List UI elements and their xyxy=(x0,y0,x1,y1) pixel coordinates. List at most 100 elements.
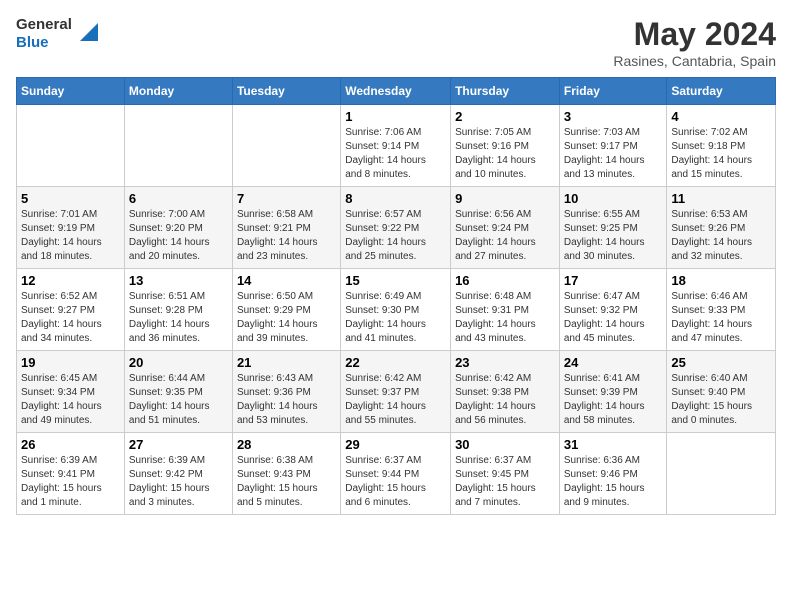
column-header-saturday: Saturday xyxy=(667,78,776,105)
calendar-table: SundayMondayTuesdayWednesdayThursdayFrid… xyxy=(16,77,776,515)
logo: General Blue xyxy=(16,16,98,52)
day-info: Sunrise: 7:06 AMSunset: 9:14 PMDaylight:… xyxy=(345,126,446,182)
calendar-cell: 25 Sunrise: 6:40 AMSunset: 9:40 PMDayligh… xyxy=(667,351,776,433)
day-info: Sunrise: 6:39 AMSunset: 9:42 PMDaylight:… xyxy=(129,454,228,510)
calendar-week-row: 5 Sunrise: 7:01 AMSunset: 9:19 PMDaylight… xyxy=(17,187,776,269)
logo-text: General Blue xyxy=(16,16,72,52)
calendar-header-row: SundayMondayTuesdayWednesdayThursdayFrid… xyxy=(17,78,776,105)
location: Rasines, Cantabria, Spain xyxy=(613,53,776,69)
calendar-week-row: 26 Sunrise: 6:39 AMSunset: 9:41 PMDayligh… xyxy=(17,433,776,515)
calendar-cell: 22Sunrise: 6:42 AMSunset: 9:37 PMDayligh… xyxy=(341,351,451,433)
day-number: 14 xyxy=(237,273,336,288)
day-number: 20 xyxy=(129,355,228,370)
day-number: 9 xyxy=(455,191,555,206)
day-number: 5 xyxy=(21,191,120,206)
day-info: Sunrise: 6:52 AMSunset: 9:27 PMDaylight:… xyxy=(21,290,120,346)
column-header-sunday: Sunday xyxy=(17,78,125,105)
day-number: 3 xyxy=(564,109,663,124)
day-number: 8 xyxy=(345,191,446,206)
calendar-cell: 8 Sunrise: 6:57 AMSunset: 9:22 PMDaylight… xyxy=(341,187,451,269)
calendar-cell: 31 Sunrise: 6:36 AMSunset: 9:46 PMDayligh… xyxy=(559,433,667,515)
calendar-cell: 5 Sunrise: 7:01 AMSunset: 9:19 PMDaylight… xyxy=(17,187,125,269)
day-number: 17 xyxy=(564,273,663,288)
day-info: Sunrise: 6:45 AMSunset: 9:34 PMDaylight:… xyxy=(21,372,120,428)
day-number: 26 xyxy=(21,437,120,452)
calendar-cell: 7Sunrise: 6:58 AMSunset: 9:21 PMDaylight… xyxy=(232,187,340,269)
day-number: 30 xyxy=(455,437,555,452)
day-info: Sunrise: 6:50 AMSunset: 9:29 PMDaylight:… xyxy=(237,290,336,346)
day-number: 6 xyxy=(129,191,228,206)
day-number: 22 xyxy=(345,355,446,370)
calendar-cell: 23 Sunrise: 6:42 AMSunset: 9:38 PMDayligh… xyxy=(451,351,560,433)
column-header-thursday: Thursday xyxy=(451,78,560,105)
column-header-tuesday: Tuesday xyxy=(232,78,340,105)
day-number: 24 xyxy=(564,355,663,370)
month-title: May 2024 xyxy=(613,16,776,53)
calendar-cell: 19 Sunrise: 6:45 AMSunset: 9:34 PMDayligh… xyxy=(17,351,125,433)
day-info: Sunrise: 6:39 AMSunset: 9:41 PMDaylight:… xyxy=(21,454,120,510)
calendar-cell xyxy=(232,105,340,187)
calendar-cell: 12 Sunrise: 6:52 AMSunset: 9:27 PMDayligh… xyxy=(17,269,125,351)
day-number: 4 xyxy=(671,109,771,124)
day-info: Sunrise: 6:42 AMSunset: 9:38 PMDaylight:… xyxy=(455,372,555,428)
day-number: 29 xyxy=(345,437,446,452)
day-number: 7 xyxy=(237,191,336,206)
calendar-cell: 24 Sunrise: 6:41 AMSunset: 9:39 PMDayligh… xyxy=(559,351,667,433)
calendar-week-row: 1Sunrise: 7:06 AMSunset: 9:14 PMDaylight… xyxy=(17,105,776,187)
day-info: Sunrise: 6:40 AMSunset: 9:40 PMDaylight:… xyxy=(671,372,771,428)
day-number: 12 xyxy=(21,273,120,288)
column-header-wednesday: Wednesday xyxy=(341,78,451,105)
day-info: Sunrise: 6:51 AMSunset: 9:28 PMDaylight:… xyxy=(129,290,228,346)
day-info: Sunrise: 6:47 AMSunset: 9:32 PMDaylight:… xyxy=(564,290,663,346)
calendar-week-row: 12 Sunrise: 6:52 AMSunset: 9:27 PMDayligh… xyxy=(17,269,776,351)
calendar-cell: 21Sunrise: 6:43 AMSunset: 9:36 PMDayligh… xyxy=(232,351,340,433)
day-info: Sunrise: 6:46 AMSunset: 9:33 PMDaylight:… xyxy=(671,290,771,346)
day-number: 25 xyxy=(671,355,771,370)
day-info: Sunrise: 6:36 AMSunset: 9:46 PMDaylight:… xyxy=(564,454,663,510)
day-info: Sunrise: 6:53 AMSunset: 9:26 PMDaylight:… xyxy=(671,208,771,264)
calendar-cell: 6 Sunrise: 7:00 AMSunset: 9:20 PMDaylight… xyxy=(124,187,232,269)
day-info: Sunrise: 6:55 AMSunset: 9:25 PMDaylight:… xyxy=(564,208,663,264)
calendar-week-row: 19 Sunrise: 6:45 AMSunset: 9:34 PMDayligh… xyxy=(17,351,776,433)
calendar-cell: 28Sunrise: 6:38 AMSunset: 9:43 PMDayligh… xyxy=(232,433,340,515)
day-info: Sunrise: 7:03 AMSunset: 9:17 PMDaylight:… xyxy=(564,126,663,182)
day-number: 19 xyxy=(21,355,120,370)
calendar-cell: 10Sunrise: 6:55 AMSunset: 9:25 PMDayligh… xyxy=(559,187,667,269)
day-number: 23 xyxy=(455,355,555,370)
calendar-cell: 2 Sunrise: 7:05 AMSunset: 9:16 PMDaylight… xyxy=(451,105,560,187)
day-number: 31 xyxy=(564,437,663,452)
calendar-cell: 29Sunrise: 6:37 AMSunset: 9:44 PMDayligh… xyxy=(341,433,451,515)
day-number: 15 xyxy=(345,273,446,288)
day-info: Sunrise: 6:56 AMSunset: 9:24 PMDaylight:… xyxy=(455,208,555,264)
day-info: Sunrise: 7:05 AMSunset: 9:16 PMDaylight:… xyxy=(455,126,555,182)
page-header: General Blue May 2024 Rasines, Cantabria… xyxy=(16,16,776,69)
calendar-cell: 1Sunrise: 7:06 AMSunset: 9:14 PMDaylight… xyxy=(341,105,451,187)
calendar-cell: 26 Sunrise: 6:39 AMSunset: 9:41 PMDayligh… xyxy=(17,433,125,515)
calendar-cell xyxy=(124,105,232,187)
column-header-monday: Monday xyxy=(124,78,232,105)
day-info: Sunrise: 6:37 AMSunset: 9:45 PMDaylight:… xyxy=(455,454,555,510)
calendar-cell: 20 Sunrise: 6:44 AMSunset: 9:35 PMDayligh… xyxy=(124,351,232,433)
calendar-cell: 16Sunrise: 6:48 AMSunset: 9:31 PMDayligh… xyxy=(451,269,560,351)
day-number: 28 xyxy=(237,437,336,452)
calendar-cell: 11 Sunrise: 6:53 AMSunset: 9:26 PMDayligh… xyxy=(667,187,776,269)
calendar-cell xyxy=(17,105,125,187)
day-info: Sunrise: 6:41 AMSunset: 9:39 PMDaylight:… xyxy=(564,372,663,428)
day-number: 27 xyxy=(129,437,228,452)
day-info: Sunrise: 6:44 AMSunset: 9:35 PMDaylight:… xyxy=(129,372,228,428)
day-number: 13 xyxy=(129,273,228,288)
day-info: Sunrise: 7:02 AMSunset: 9:18 PMDaylight:… xyxy=(671,126,771,182)
calendar-cell: 15 Sunrise: 6:49 AMSunset: 9:30 PMDayligh… xyxy=(341,269,451,351)
day-info: Sunrise: 6:48 AMSunset: 9:31 PMDaylight:… xyxy=(455,290,555,346)
calendar-cell: 4 Sunrise: 7:02 AMSunset: 9:18 PMDaylight… xyxy=(667,105,776,187)
day-number: 2 xyxy=(455,109,555,124)
day-info: Sunrise: 6:49 AMSunset: 9:30 PMDaylight:… xyxy=(345,290,446,346)
calendar-cell: 18Sunrise: 6:46 AMSunset: 9:33 PMDayligh… xyxy=(667,269,776,351)
day-info: Sunrise: 6:43 AMSunset: 9:36 PMDaylight:… xyxy=(237,372,336,428)
day-info: Sunrise: 7:00 AMSunset: 9:20 PMDaylight:… xyxy=(129,208,228,264)
day-number: 11 xyxy=(671,191,771,206)
day-info: Sunrise: 7:01 AMSunset: 9:19 PMDaylight:… xyxy=(21,208,120,264)
day-info: Sunrise: 6:57 AMSunset: 9:22 PMDaylight:… xyxy=(345,208,446,264)
calendar-cell: 14 Sunrise: 6:50 AMSunset: 9:29 PMDayligh… xyxy=(232,269,340,351)
calendar-cell: 9 Sunrise: 6:56 AMSunset: 9:24 PMDaylight… xyxy=(451,187,560,269)
